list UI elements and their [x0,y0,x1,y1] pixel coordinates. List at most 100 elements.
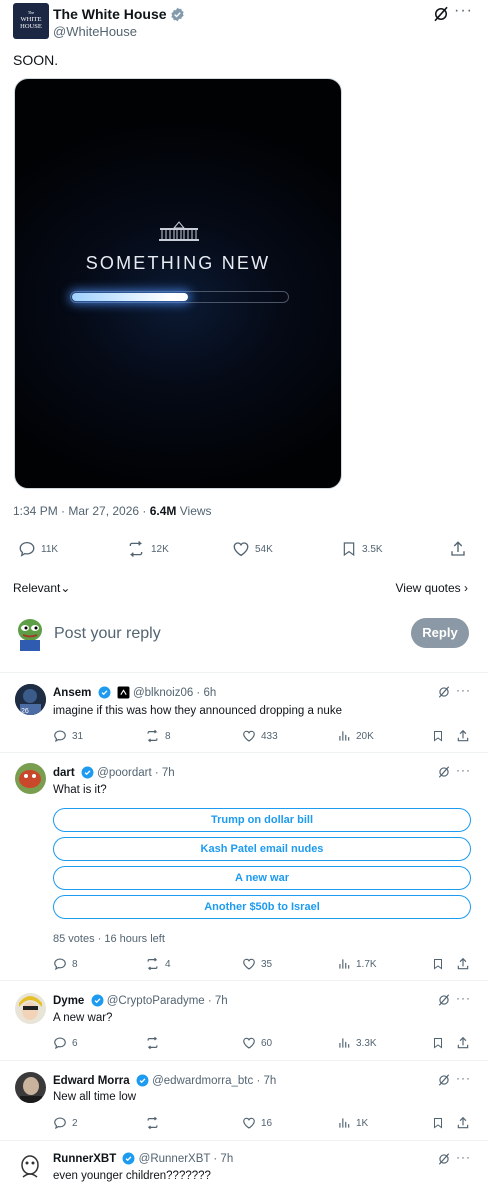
heart-icon [233,542,249,557]
bookmark-button[interactable]: 3.5K [341,540,383,558]
reply-text: A new war? [53,1012,113,1024]
more-options-icon[interactable]: ··· [456,1071,471,1085]
like-button[interactable]: 35 [242,957,272,971]
like-button[interactable]: 16 [242,1116,272,1130]
reply-submit-button[interactable]: Reply [411,618,469,648]
verified-badge-icon [91,994,104,1007]
reply-handle[interactable]: @poordart · 7h [97,767,175,779]
tweet-timestamp[interactable]: 1:34 PM · Mar 27, 2026 · [13,504,150,518]
analytics-icon [339,731,350,741]
reply-handle[interactable]: @edwardmorra_btc · 7h [152,1075,276,1087]
repost-count: 8 [165,730,171,742]
bookmark-button[interactable] [432,1116,444,1130]
like-button[interactable]: 60 [242,1036,272,1050]
reply-handle[interactable]: @blknoiz06 · 6h [133,687,216,699]
avatar[interactable] [15,1151,46,1182]
reply-handle[interactable]: @RunnerXBT · 7h [139,1153,234,1165]
share-icon [457,729,469,742]
share-button[interactable] [456,1036,470,1050]
tweet-text: SOON. [13,52,59,68]
analytics-icon [339,1038,350,1048]
reply-button[interactable]: 2 [53,1116,78,1130]
reply-post[interactable]: 26 Ansem @blknoiz06 · 6h imagine if this… [0,672,488,752]
verified-badge-icon [170,7,185,22]
bookmark-button[interactable] [432,957,444,971]
grok-icon[interactable] [437,1073,451,1087]
reply-count: 6 [72,1037,78,1049]
reply-button[interactable]: 6 [53,1036,78,1050]
more-options-icon[interactable]: ··· [456,763,471,777]
reply-button[interactable]: 11K [18,540,58,558]
avatar[interactable] [15,763,46,794]
bookmark-icon [343,542,355,557]
repost-button[interactable]: 12K [126,540,169,558]
author-handle[interactable]: @WhiteHouse [53,24,137,39]
bookmark-button[interactable] [432,729,444,743]
reply-author-name[interactable]: Ansem [53,687,91,699]
reply-author-name[interactable]: Dyme [53,995,84,1007]
grok-icon[interactable] [437,685,451,699]
heart-icon [243,1037,255,1049]
more-options-icon[interactable]: ··· [454,2,473,20]
views-button[interactable]: 20K [337,729,374,743]
reply-icon [54,1037,66,1050]
grok-icon[interactable] [437,765,451,779]
reply-count: 2 [72,1117,78,1129]
reply-post[interactable]: dart @poordart · 7h What is it? ··· Trum… [0,752,488,980]
grok-icon[interactable] [437,1152,451,1166]
like-button[interactable]: 433 [242,729,278,743]
reply-author-name[interactable]: dart [53,767,75,779]
reply-button[interactable]: 31 [53,729,83,743]
reply-author-name[interactable]: Edward Morra [53,1075,130,1087]
reply-author-name[interactable]: RunnerXBT [53,1153,116,1165]
poll-option[interactable]: Another $50b to Israel [53,895,471,919]
reply-header: Edward Morra @edwardmorra_btc · 7h [53,1074,276,1087]
poll-option[interactable]: A new war [53,866,471,890]
share-button[interactable] [456,957,470,971]
verified-badge-icon [136,1074,149,1087]
repost-button[interactable] [145,1116,165,1130]
reply-action-bar: 6 60 3.3K [0,1036,488,1052]
sort-relevant-dropdown[interactable]: Relevant⌄ [13,581,70,595]
reply-post[interactable]: RunnerXBT @RunnerXBT · 7h even younger c… [0,1140,488,1200]
reply-post[interactable]: Dyme @CryptoParadyme · 7h A new war? ···… [0,980,488,1060]
reply-handle[interactable]: @CryptoParadyme · 7h [107,995,228,1007]
author-name[interactable]: The White House [53,6,185,22]
views-button[interactable]: 1.7K [337,957,377,971]
reply-count: 31 [72,730,84,742]
verified-badge-icon [81,766,94,779]
bookmark-button[interactable] [432,1036,444,1050]
reply-button[interactable]: 8 [53,957,78,971]
repost-button[interactable]: 4 [145,957,171,971]
reply-input[interactable]: Post your reply [54,625,161,643]
bookmark-icon [434,1118,442,1129]
poll-option[interactable]: Trump on dollar bill [53,808,471,832]
white-house-avatar[interactable]: The WHITE HOUSE [13,3,49,39]
more-options-icon[interactable]: ··· [456,683,471,697]
share-button[interactable] [449,540,467,558]
more-options-icon[interactable]: ··· [456,1150,471,1164]
reply-post[interactable]: Edward Morra @edwardmorra_btc · 7h New a… [0,1060,488,1140]
share-button[interactable] [456,729,470,743]
avatar-text: HOUSE [20,23,42,30]
like-button[interactable]: 54K [232,540,273,558]
main-action-bar: 11K 12K 54K 3.5K [0,540,488,562]
poll-option[interactable]: Kash Patel email nudes [53,837,471,861]
avatar[interactable]: 26 [15,684,46,715]
repost-button[interactable] [145,1036,165,1050]
share-button[interactable] [456,1116,470,1130]
repost-icon [147,1036,158,1050]
more-options-icon[interactable]: ··· [456,991,471,1005]
avatar[interactable] [15,993,46,1024]
avatar[interactable] [15,1072,46,1103]
avatar-text: The [27,10,35,15]
view-quotes-link[interactable]: View quotes › [396,581,469,595]
repost-button[interactable]: 8 [145,729,171,743]
grok-icon[interactable] [437,993,451,1007]
views-button[interactable]: 1K [337,1116,368,1130]
tweet-media[interactable]: SOMETHING NEW [14,78,342,489]
progress-bar [70,291,289,303]
views-button[interactable]: 3.3K [337,1036,377,1050]
grok-icon[interactable] [432,5,450,23]
user-avatar[interactable] [15,617,45,651]
